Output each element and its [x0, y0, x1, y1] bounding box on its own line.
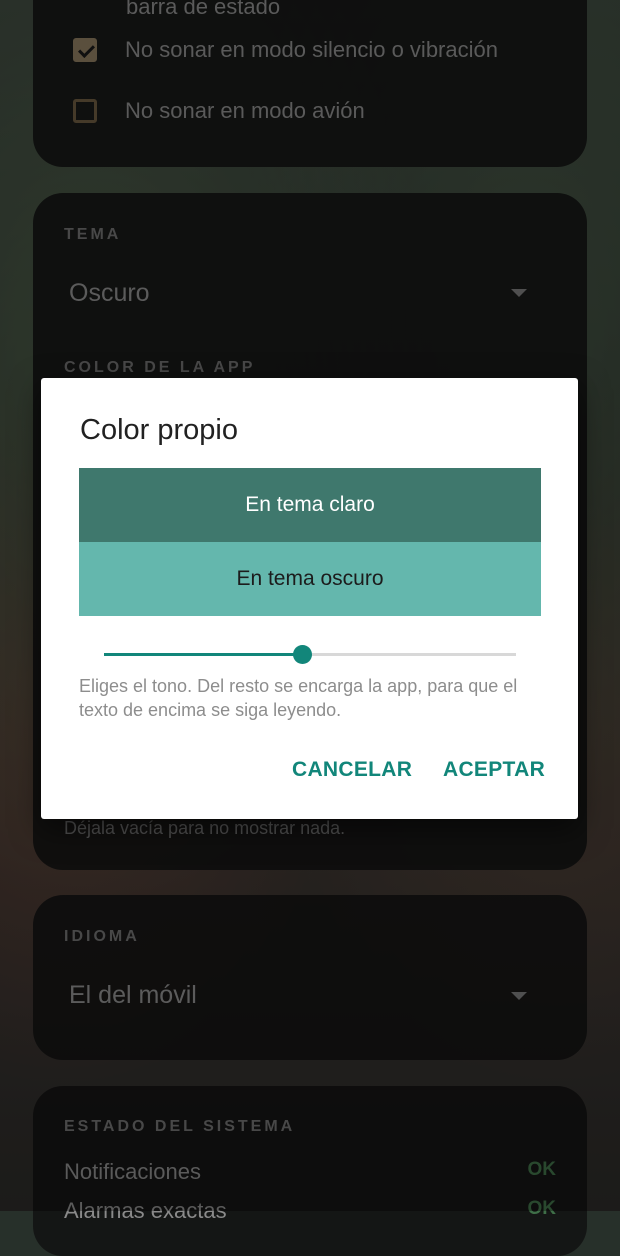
dialog-title: Color propio — [80, 414, 238, 446]
color-dialog: Color propio En tema claro En tema oscur… — [41, 378, 578, 819]
slider-thumb[interactable] — [292, 645, 312, 664]
dark-theme-swatch: En tema oscuro — [79, 542, 541, 616]
cancel-button[interactable]: CANCELAR — [292, 758, 412, 782]
accept-button[interactable]: ACEPTAR — [443, 758, 545, 782]
help-text: Eliges el tono. Del resto se encarga la … — [79, 676, 518, 720]
hue-slider[interactable] — [104, 645, 516, 665]
light-theme-swatch: En tema claro — [79, 468, 541, 542]
slider-fill — [104, 653, 302, 656]
